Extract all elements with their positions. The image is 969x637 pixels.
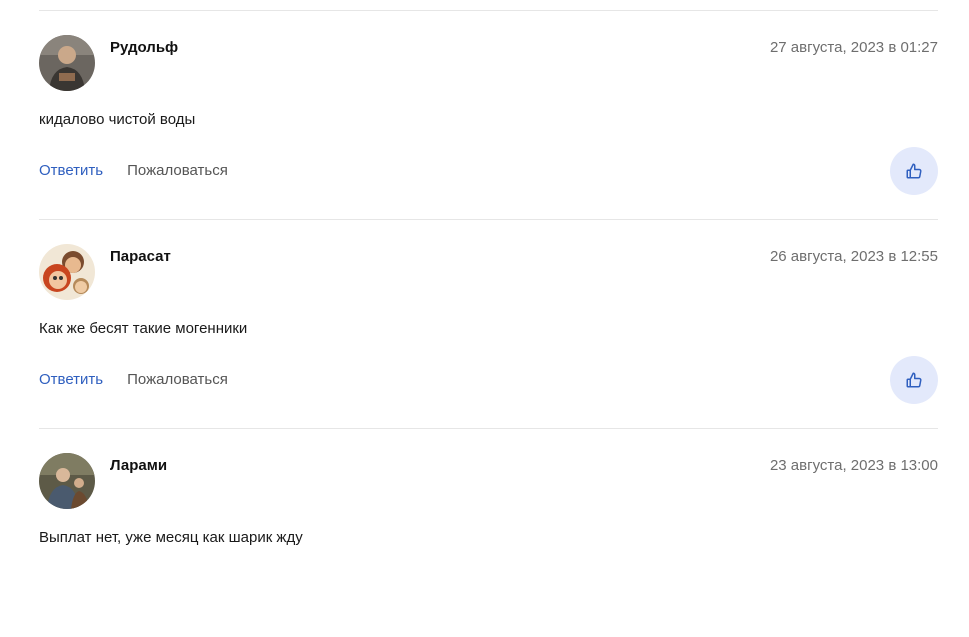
cartoon-family-avatar-icon [39,244,95,300]
avatar [39,35,95,91]
thumbs-up-icon [906,163,922,179]
comment-actions: Ответить Пожаловаться [39,162,228,179]
comment-actions: Ответить Пожаловаться [39,371,228,388]
comment-text: кидалово чистой воды [39,111,196,128]
comment-item: Рудольф 27 августа, 2023 в 01:27 кидалов… [39,11,938,219]
thumbs-up-icon [906,372,922,388]
comment-date: 23 августа, 2023 в 13:00 [769,457,938,474]
comment-author: Ларами [110,457,168,474]
comment-author: Рудольф [110,39,179,56]
report-link[interactable]: Пожаловаться [127,371,228,388]
comment-text: Как же бесят такие могенники [39,320,248,337]
comment-item: Ларами 23 августа, 2023 в 13:00 Выплат н… [39,429,938,637]
report-link[interactable]: Пожаловаться [127,162,228,179]
comment-item: Парасат 26 августа, 2023 в 12:55 Как же … [39,220,938,428]
like-button[interactable] [890,147,938,195]
like-button[interactable] [890,356,938,404]
comment-author: Парасат [110,248,171,265]
avatar [39,244,95,300]
avatar [39,453,95,509]
user-photo-icon [39,35,95,91]
comments-list: Рудольф 27 августа, 2023 в 01:27 кидалов… [39,0,938,637]
comment-date: 27 августа, 2023 в 01:27 [769,39,938,56]
user-photo-icon [39,453,95,509]
reply-link[interactable]: Ответить [39,371,103,388]
comment-text: Выплат нет, уже месяц как шарик жду [39,529,303,546]
comment-date: 26 августа, 2023 в 12:55 [769,248,938,265]
reply-link[interactable]: Ответить [39,162,103,179]
